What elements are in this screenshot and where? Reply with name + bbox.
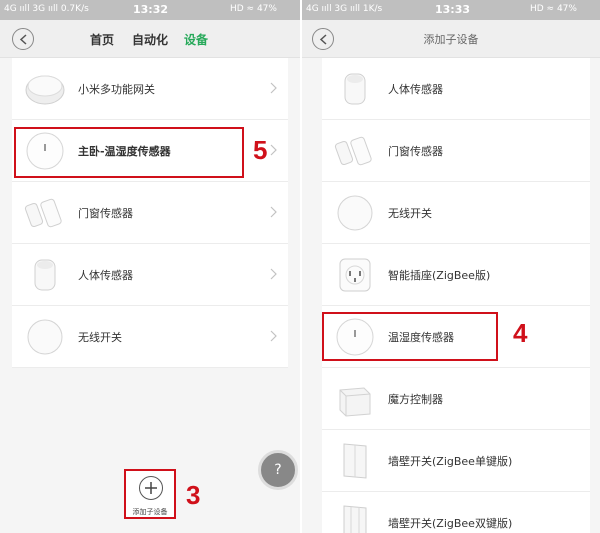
magic-cube-icon	[339, 387, 371, 417]
device-label: 智能插座(ZigBee版)	[388, 269, 491, 282]
device-list: 小米多功能网关 主卧-温湿度传感器 门窗传感器 人体传感器 无线开关	[12, 58, 288, 368]
list-item-magic-cube[interactable]: 魔方控制器	[322, 368, 590, 430]
add-subdevice-screen: 4G ııll 3G ııll 1K/s 13:33 HD ≈ 47% 添加子设…	[302, 0, 600, 533]
add-subdevice-button[interactable]: 添加子设备	[124, 469, 176, 519]
list-item-wireless-switch[interactable]: 无线开关	[12, 306, 288, 368]
list-item-wall-switch-single[interactable]: 墙壁开关(ZigBee单键版)	[322, 430, 590, 492]
door-window-sensor-icon	[24, 198, 62, 228]
device-label: 门窗传感器	[78, 207, 133, 220]
plus-icon	[139, 476, 163, 500]
list-item-wireless-switch[interactable]: 无线开关	[322, 182, 590, 244]
list-item-door-sensor[interactable]: 门窗传感器	[12, 182, 288, 244]
battery-status: HD ≈ 47%	[530, 4, 577, 14]
tab-automation[interactable]: 自动化	[132, 31, 168, 48]
device-label: 无线开关	[388, 207, 432, 220]
clock: 13:32	[133, 3, 169, 16]
list-item-smart-plug[interactable]: 智能插座(ZigBee版)	[322, 244, 590, 306]
device-label: 魔方控制器	[388, 393, 443, 406]
top-nav: 首页 自动化 设备	[0, 20, 300, 58]
status-bar: 4G ııll 3G ııll 0.7K/s 13:32 HD ≈ 47%	[0, 0, 300, 20]
wireless-switch-icon	[337, 195, 373, 231]
list-item-motion-sensor[interactable]: 人体传感器	[322, 58, 590, 120]
device-label: 人体传感器	[388, 83, 443, 96]
list-item-wall-switch-double[interactable]: 墙壁开关(ZigBee双键版)	[322, 492, 590, 533]
device-label: 小米多功能网关	[78, 83, 155, 96]
network-status: 4G ııll 3G ııll 0.7K/s	[4, 4, 89, 14]
list-item-motion-sensor[interactable]: 人体传感器	[12, 244, 288, 306]
page-title: 添加子设备	[423, 33, 479, 46]
list-item-gateway[interactable]: 小米多功能网关	[12, 58, 288, 120]
gateway-icon	[25, 75, 65, 105]
wall-switch-single-icon	[343, 443, 367, 479]
device-label: 门窗传感器	[388, 145, 443, 158]
device-label: 无线开关	[78, 331, 122, 344]
top-nav: 添加子设备	[302, 20, 600, 58]
step-label-3: 3	[186, 480, 201, 510]
step-label-4: 4	[513, 318, 528, 348]
add-subdevice-caption: 添加子设备	[132, 508, 168, 516]
device-label: 墙壁开关(ZigBee单键版)	[388, 455, 513, 468]
chevron-right-icon	[270, 268, 277, 280]
highlight-box-temp-sensor	[322, 312, 498, 361]
tab-devices[interactable]: 设备	[184, 31, 208, 48]
motion-sensor-icon	[34, 259, 56, 291]
subdevice-type-list: 人体传感器 门窗传感器 无线开关 智能插座(ZigBee版) 温湿度传感器 魔方…	[322, 58, 590, 533]
chevron-right-icon	[270, 144, 277, 156]
chevron-left-icon	[19, 34, 27, 45]
help-button[interactable]: ?	[258, 450, 298, 490]
chevron-right-icon	[270, 206, 277, 218]
back-button[interactable]	[12, 28, 34, 50]
wireless-switch-icon	[27, 319, 63, 355]
chevron-right-icon	[270, 330, 277, 342]
motion-sensor-icon	[344, 73, 366, 105]
battery-status: HD ≈ 47%	[230, 4, 277, 14]
step-label-5: 5	[253, 135, 268, 165]
device-label: 墙壁开关(ZigBee双键版)	[388, 517, 513, 530]
door-window-sensor-icon	[334, 136, 372, 166]
clock: 13:33	[435, 3, 471, 16]
tab-home[interactable]: 首页	[90, 31, 114, 48]
chevron-right-icon	[270, 82, 277, 94]
status-bar: 4G ııll 3G ııll 1K/s 13:33 HD ≈ 47%	[302, 0, 600, 20]
wall-switch-double-icon	[343, 505, 367, 533]
list-item-door-sensor[interactable]: 门窗传感器	[322, 120, 590, 182]
network-status: 4G ııll 3G ııll 1K/s	[306, 4, 383, 14]
smart-plug-icon	[339, 258, 371, 292]
device-label: 人体传感器	[78, 269, 133, 282]
highlight-box-temp-sensor	[14, 127, 244, 178]
device-list-screen: 4G ııll 3G ııll 0.7K/s 13:32 HD ≈ 47% 首页…	[0, 0, 300, 533]
